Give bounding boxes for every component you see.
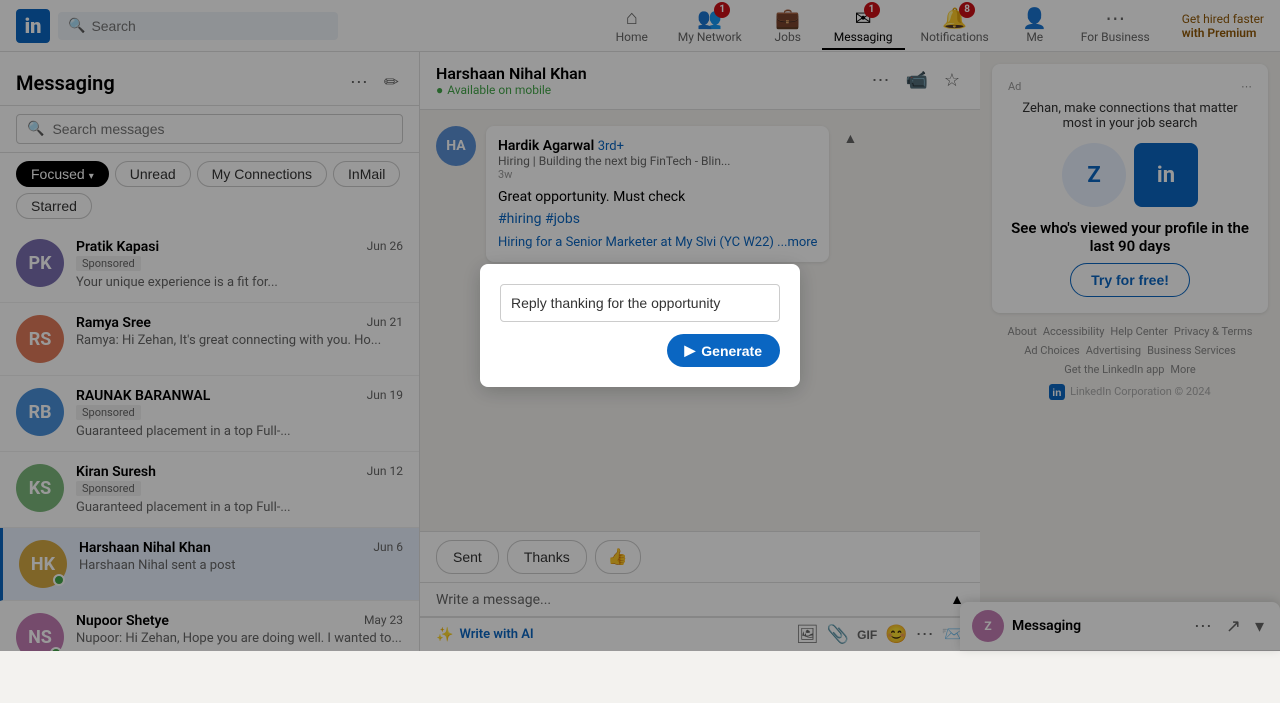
ai-reply-modal: ▶ Generate [480,264,800,387]
generate-icon: ▶ [685,342,696,359]
generate-button[interactable]: ▶ Generate [667,334,780,367]
modal-input[interactable] [500,284,780,322]
modal-overlay[interactable]: ▶ Generate [0,0,1280,651]
